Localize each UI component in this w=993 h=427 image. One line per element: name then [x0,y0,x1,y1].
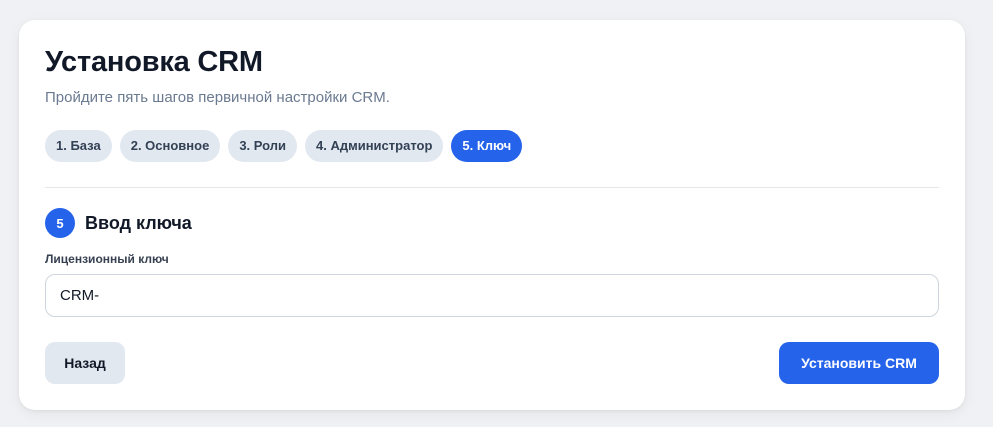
step-tab-4[interactable]: 4. Администратор [305,130,444,162]
step-tab-1[interactable]: 1. База [45,130,112,162]
license-key-label: Лицензионный ключ [45,252,169,266]
page-title: Установка CRM [45,46,263,78]
step-number-badge: 5 [45,208,75,238]
divider [45,187,939,188]
section-header: 5 Ввод ключа [45,208,192,238]
license-key-input[interactable] [45,274,939,317]
back-button[interactable]: Назад [45,342,125,384]
install-crm-button[interactable]: Установить CRM [779,342,939,384]
step-tab-3[interactable]: 3. Роли [228,130,297,162]
step-tab-2[interactable]: 2. Основное [119,130,221,162]
step-tab-5[interactable]: 5. Ключ [451,130,523,162]
section-title: Ввод ключа [85,212,192,233]
setup-card: Установка CRM Пройдите пять шагов первич… [19,20,965,410]
page-subtitle: Пройдите пять шагов первичной настройки … [45,89,390,106]
step-tabs: 1. База 2. Основное 3. Роли 4. Администр… [45,130,523,162]
